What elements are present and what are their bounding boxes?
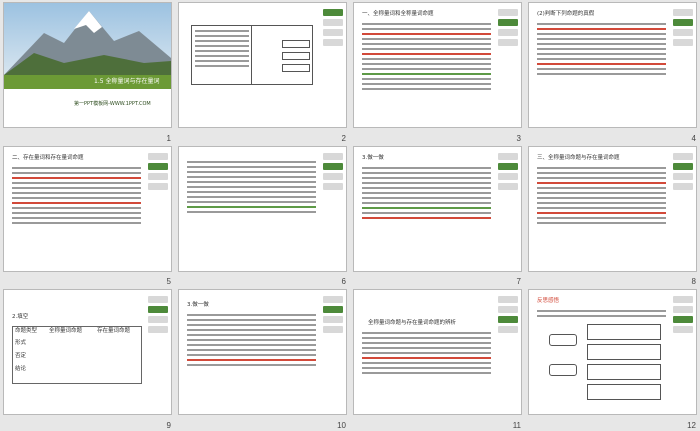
nav-tabs <box>673 152 693 193</box>
slide-sorter-grid: 1.5 全称量词与存在量词 第一PPT模板网-WWW.1PPT.COM 1 2 … <box>0 0 700 431</box>
slide-number: 2 <box>341 133 346 143</box>
slide-4[interactable]: (2)判断下列命题的真假 <box>528 2 697 128</box>
slide-number: 9 <box>166 420 171 430</box>
slide-number: 12 <box>687 420 696 430</box>
flow-node <box>587 324 661 341</box>
slide-number: 1 <box>166 133 171 143</box>
slide-thumb-9[interactable]: 2.填空 命题类型 全称量词命题 存在量词命题 形式 否定 结论 9 <box>0 287 175 431</box>
slide-thumb-11[interactable]: 全称量词命题与存在量词命题的辨析 11 <box>350 287 525 431</box>
flow-node <box>549 364 577 377</box>
nav-tabs <box>323 152 343 193</box>
nav-tabs <box>148 152 168 193</box>
slide-thumb-8[interactable]: 三、全称量词命题与存在量词命题 8 <box>525 144 700 288</box>
slide-7[interactable]: 3.做一做 <box>353 145 522 272</box>
slide-thumb-4[interactable]: (2)判断下列命题的真假 4 <box>525 0 700 144</box>
slide-11[interactable]: 全称量词命题与存在量词命题的辨析 <box>353 289 522 416</box>
slide-thumb-10[interactable]: 3.做一做 10 <box>175 287 350 431</box>
flow-node <box>587 344 661 361</box>
slide-number: 11 <box>512 420 521 430</box>
nav-tabs <box>498 152 518 193</box>
table-header-type: 命题类型 <box>15 328 38 335</box>
nav-tabs <box>498 296 518 336</box>
slide-heading: 全称量词命题与存在量词命题的辨析 <box>368 320 457 327</box>
slide-9[interactable]: 2.填空 命题类型 全称量词命题 存在量词命题 形式 否定 结论 <box>3 289 172 416</box>
flow-node <box>587 384 661 401</box>
slide-10[interactable]: 3.做一做 <box>178 289 347 416</box>
flow-node <box>587 364 661 381</box>
nav-tabs <box>323 9 343 49</box>
slide-heading: 三、全称量词命题与存在量词命题 <box>537 154 620 161</box>
slide-heading: 3.做一做 <box>362 154 384 161</box>
slide-12[interactable]: 反思感悟 <box>528 289 697 416</box>
table-row-negation: 否定 <box>15 353 27 360</box>
slide-number: 4 <box>691 133 696 143</box>
slide-thumb-5[interactable]: 二、存在量词和存在量词命题 5 <box>0 144 175 288</box>
slide-thumb-12[interactable]: 反思感悟 12 <box>525 287 700 431</box>
slide-heading: 2.填空 <box>12 314 29 321</box>
nav-tabs <box>673 296 693 336</box>
slide-thumb-6[interactable]: 6 <box>175 144 350 288</box>
slide-number: 10 <box>337 420 346 430</box>
slide-number: 7 <box>516 277 521 287</box>
slide-number: 5 <box>166 277 171 287</box>
comparison-table: 命题类型 全称量词命题 存在量词命题 形式 否定 结论 <box>12 326 142 385</box>
slide-number: 3 <box>516 133 521 143</box>
slide-heading: 二、存在量词和存在量词命题 <box>12 154 84 161</box>
mountain-image <box>4 3 171 75</box>
slide-2[interactable] <box>178 2 347 128</box>
slide-heading: 一、全称量词和全称量词命题 <box>362 11 434 17</box>
slide-heading: 反思感悟 <box>537 298 560 305</box>
slide-1[interactable]: 1.5 全称量词与存在量词 第一PPT模板网-WWW.1PPT.COM <box>3 2 172 128</box>
slide-heading: (2)判断下列命题的真假 <box>537 11 595 17</box>
slide-number: 6 <box>341 277 346 287</box>
slide-thumb-3[interactable]: 一、全称量词和全称量词命题 3 <box>350 0 525 144</box>
nav-tabs <box>498 9 518 49</box>
slide-3[interactable]: 一、全称量词和全称量词命题 <box>353 2 522 128</box>
cover-title: 1.5 全称量词与存在量词 <box>94 78 160 85</box>
slide-thumb-1[interactable]: 1.5 全称量词与存在量词 第一PPT模板网-WWW.1PPT.COM 1 <box>0 0 175 144</box>
table-header-universal: 全称量词命题 <box>49 328 83 335</box>
table-row-conclusion: 结论 <box>15 366 27 373</box>
flow-node <box>549 334 577 347</box>
nav-tabs <box>673 9 693 49</box>
slide-heading: 3.做一做 <box>187 302 209 309</box>
slide-8[interactable]: 三、全称量词命题与存在量词命题 <box>528 145 697 272</box>
nav-tabs <box>323 296 343 336</box>
slide-5[interactable]: 二、存在量词和存在量词命题 <box>3 145 172 272</box>
slide-6[interactable] <box>178 145 347 272</box>
nav-tabs <box>148 296 168 336</box>
table-header-existential: 存在量词命题 <box>97 328 131 335</box>
slide-number: 8 <box>691 277 696 287</box>
cover-subtitle: 第一PPT模板网-WWW.1PPT.COM <box>74 101 151 107</box>
literacy-box <box>251 25 313 85</box>
objectives-box <box>191 25 253 85</box>
slide-thumb-2[interactable]: 2 <box>175 0 350 144</box>
table-row-form: 形式 <box>15 340 27 347</box>
slide-thumb-7[interactable]: 3.做一做 7 <box>350 144 525 288</box>
